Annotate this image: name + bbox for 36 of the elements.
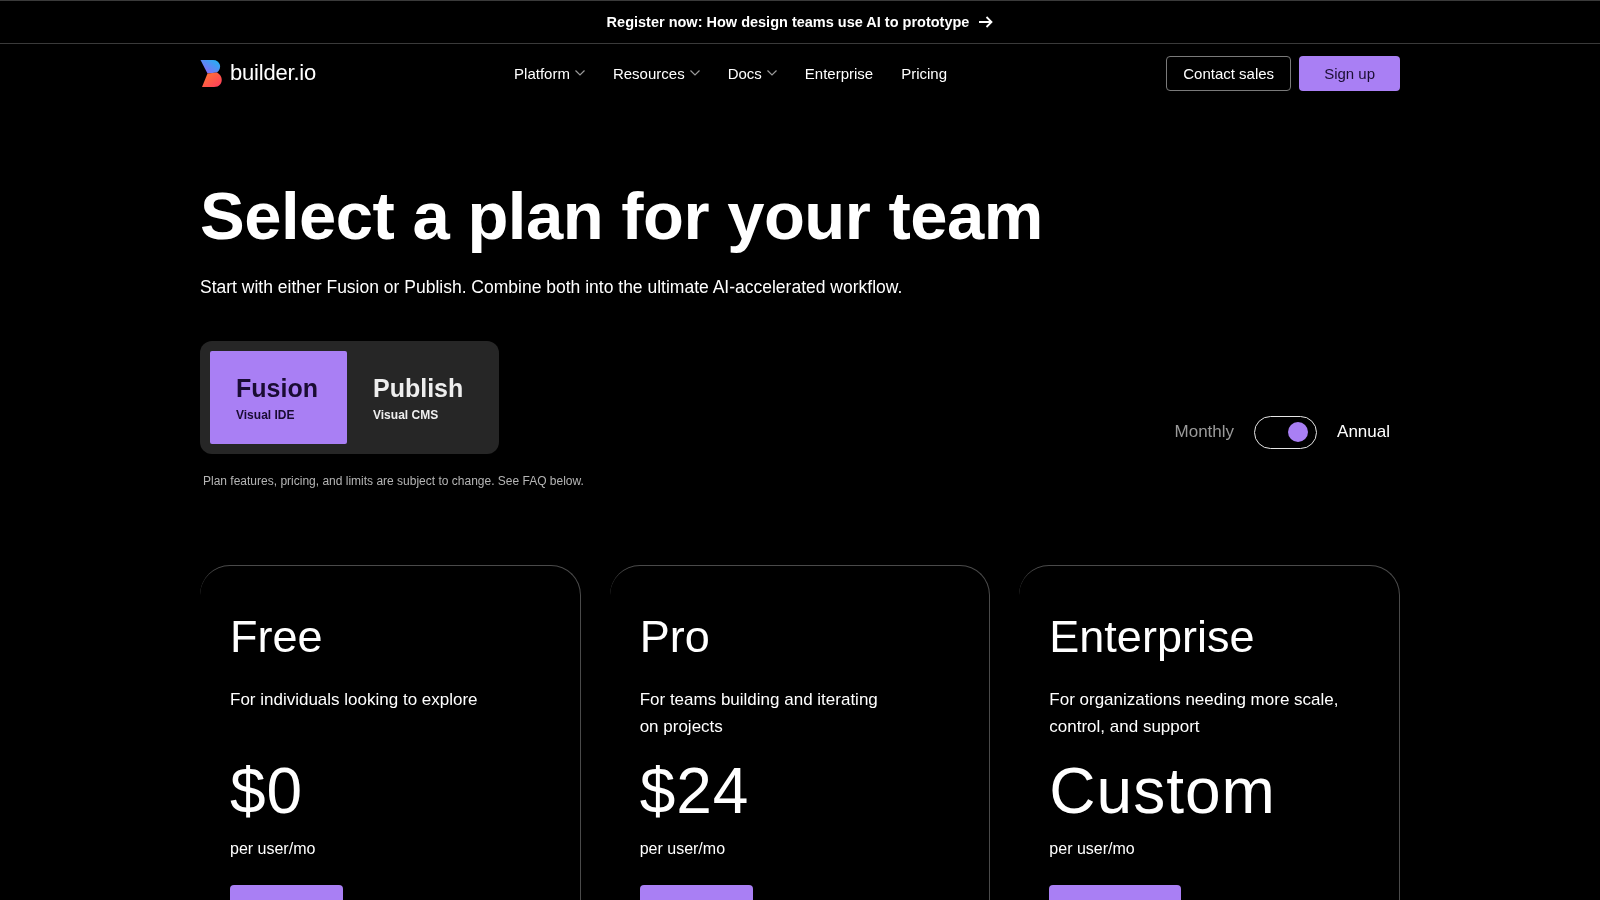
- toggle-knob[interactable]: [1288, 422, 1309, 443]
- chevron-icon: [574, 70, 585, 76]
- nav-link[interactable]: Platform: [514, 64, 585, 82]
- logo-icon: [200, 59, 223, 87]
- nav-link[interactable]: Enterprise: [804, 64, 874, 82]
- price-unit: per user/mo: [1049, 838, 1136, 859]
- logo-text[interactable]: builder.io: [230, 60, 317, 86]
- billing-toggle[interactable]: [1254, 415, 1318, 449]
- disclaimer-text: Plan features, pricing, and limits are subject to change. See FAQ below.: [203, 473, 585, 488]
- product-tab[interactable]: Publish Visual CMS: [347, 350, 490, 444]
- nav-link[interactable]: Pricing: [901, 64, 948, 82]
- chevron-icon: [766, 70, 777, 76]
- plan-name: Pro: [639, 609, 711, 664]
- plan-name: Free: [230, 609, 324, 664]
- price-unit: per user/mo: [639, 838, 727, 859]
- plan-description: For teams building and iterating on projects: [639, 688, 879, 738]
- page-title: Select a plan for your team: [200, 179, 1044, 253]
- banner-text[interactable]: Register now: How design teams use AI to prototype: [606, 14, 970, 30]
- sign-up-button[interactable]: Sign up: [1299, 55, 1400, 91]
- price-unit: per user/mo: [230, 838, 317, 859]
- plan-price: $0: [230, 755, 305, 826]
- nav-link[interactable]: Docs: [727, 64, 777, 82]
- product-tab[interactable]: Fusion Visual IDE: [210, 350, 347, 444]
- announcement-banner[interactable]: Register now: How design teams use AI to prototype: [0, 0, 1600, 44]
- plan-description: For individuals looking to explore: [230, 688, 479, 711]
- toggle-label: Monthly: [1174, 422, 1235, 443]
- plan-price: $24: [639, 755, 751, 826]
- contact-sales-button[interactable]: Contact sales: [1166, 55, 1292, 91]
- plan-price: Custom: [1049, 755, 1277, 826]
- plan-description: For organizations needing more scale, control, and support: [1049, 688, 1340, 738]
- toggle-label: Annual: [1337, 422, 1390, 443]
- page-subtitle: Start with either Fusion or Publish. Combine both into the ultimate AI-accelerated workflow.: [200, 275, 904, 299]
- plan-name: Enterprise: [1049, 609, 1256, 664]
- nav-link[interactable]: Resources: [612, 64, 700, 82]
- chevron-icon: [689, 70, 700, 76]
- arrow-icon: [979, 16, 994, 28]
